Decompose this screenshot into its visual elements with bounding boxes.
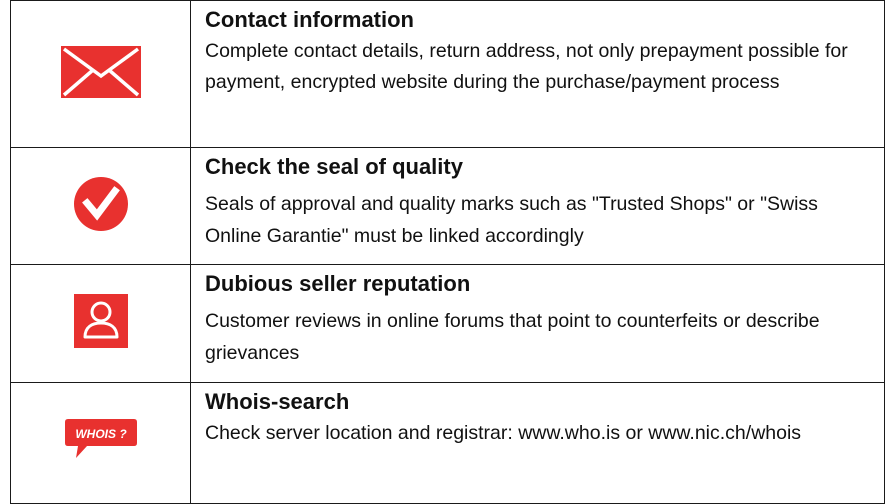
row-title: Whois-search: [205, 389, 350, 414]
tips-table: Contact information Complete contact det…: [10, 0, 885, 504]
row-title: Check the seal of quality: [205, 154, 463, 179]
text-cell: Whois-search Check server location and r…: [190, 382, 885, 504]
row-description: Seals of approval and quality marks such…: [205, 193, 818, 247]
icon-cell: [10, 0, 191, 148]
checkmark-seal-icon: [73, 176, 129, 237]
icon-cell: WHOIS ?: [10, 382, 191, 504]
text-cell: Dubious seller reputation Customer revie…: [190, 264, 885, 383]
whois-speech-bubble-icon: WHOIS ?: [63, 416, 139, 471]
row-description: Customer reviews in online forums that p…: [205, 310, 820, 364]
text-cell: Check the seal of quality Seals of appro…: [190, 147, 885, 265]
icon-cell: [10, 147, 191, 265]
row-description: Complete contact details, return address…: [205, 40, 848, 93]
row-title: Dubious seller reputation: [205, 271, 471, 296]
table-row-whois-search: WHOIS ? Whois-search Check server locati…: [10, 382, 885, 504]
whois-icon-text: WHOIS ?: [75, 427, 127, 441]
table-row-seal-of-quality: Check the seal of quality Seals of appro…: [10, 147, 885, 265]
tips-sheet: Contact information Complete contact det…: [10, 0, 885, 504]
table-row-contact-information: Contact information Complete contact det…: [10, 0, 885, 148]
text-cell: Contact information Complete contact det…: [190, 0, 885, 148]
envelope-icon: [60, 45, 141, 103]
user-icon: [73, 294, 128, 353]
table-row-seller-reputation: Dubious seller reputation Customer revie…: [10, 264, 885, 383]
icon-cell: [10, 264, 191, 383]
row-title: Contact information: [205, 7, 414, 32]
row-description: Check server location and registrar: www…: [205, 422, 802, 444]
